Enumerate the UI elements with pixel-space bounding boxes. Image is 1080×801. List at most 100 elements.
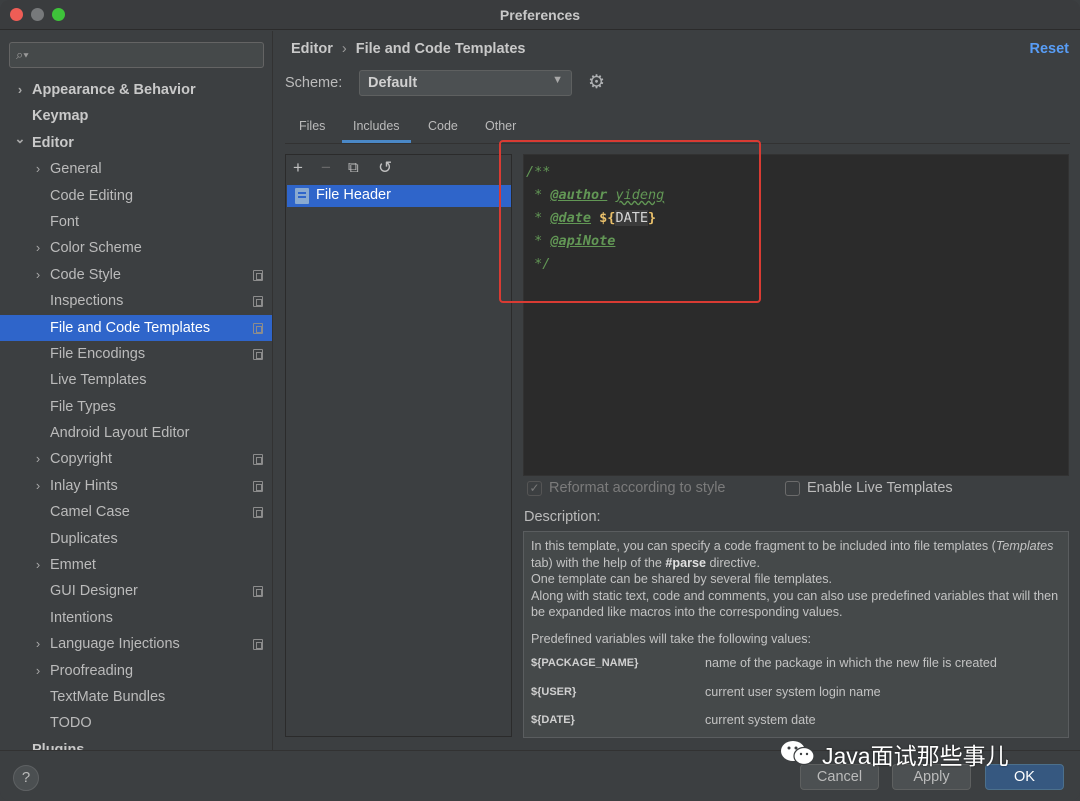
project-scope-icon bbox=[253, 586, 263, 598]
description-label: Description: bbox=[524, 509, 601, 525]
sidebar-item-label: File and Code Templates bbox=[50, 319, 211, 336]
description-paragraph-3: Along with static text, code and comment… bbox=[531, 588, 1059, 620]
sidebar-item-camel-case[interactable]: Camel Case bbox=[0, 499, 272, 525]
gear-icon[interactable]: ⚙ bbox=[588, 71, 605, 94]
chevron-right-icon[interactable]: › bbox=[32, 658, 44, 684]
live-templates-checkbox[interactable] bbox=[785, 481, 800, 496]
variable-row: ${PACKAGE_NAME} name of the package in wh… bbox=[531, 656, 997, 670]
scheme-dropdown[interactable]: Default ▼ bbox=[359, 70, 572, 96]
sidebar-item-label: Inlay Hints bbox=[50, 477, 118, 494]
sidebar-item-android-layout-editor[interactable]: Android Layout Editor bbox=[0, 420, 272, 446]
project-scope-icon bbox=[253, 480, 263, 492]
sidebar-item-label: Code Editing bbox=[50, 187, 134, 204]
tab-files[interactable]: Files bbox=[299, 119, 325, 143]
sidebar-item-copyright[interactable]: › Copyright bbox=[0, 446, 272, 472]
chevron-right-icon[interactable]: › bbox=[14, 77, 26, 103]
breadcrumb-parent[interactable]: Editor bbox=[291, 41, 333, 57]
sidebar-item-file-types[interactable]: File Types bbox=[0, 394, 272, 420]
help-button[interactable]: ? bbox=[13, 765, 39, 791]
sidebar-item-intentions[interactable]: Intentions bbox=[0, 605, 272, 631]
template-item-file-header[interactable]: File Header bbox=[287, 185, 511, 207]
template-file-icon bbox=[295, 188, 309, 204]
variables-table: ${PACKAGE_NAME} name of the package in wh… bbox=[531, 655, 1062, 737]
sidebar-item-proofreading[interactable]: › Proofreading bbox=[0, 658, 272, 684]
reset-link[interactable]: Reset bbox=[1030, 41, 1070, 57]
sidebar-item-live-templates[interactable]: Live Templates bbox=[0, 367, 272, 393]
project-scope-icon bbox=[253, 639, 263, 651]
dropdown-arrow-icon: ▼ bbox=[552, 74, 563, 86]
tab-code[interactable]: Code bbox=[428, 119, 458, 143]
reformat-checkbox[interactable]: ✓ bbox=[527, 481, 542, 496]
variable-row: ${DATE} current system date bbox=[531, 713, 816, 727]
template-list-panel: + − ⧉ ↺ File Header bbox=[285, 154, 512, 737]
sidebar-item-inlay-hints[interactable]: › Inlay Hints bbox=[0, 473, 272, 499]
sidebar-item-duplicates[interactable]: Duplicates bbox=[0, 526, 272, 552]
sidebar-item-label: File Encodings bbox=[50, 345, 146, 362]
chevron-right-icon[interactable]: › bbox=[32, 262, 44, 288]
sidebar-item-textmate-bundles[interactable]: TextMate Bundles bbox=[0, 684, 272, 710]
list-toolbar: + − ⧉ ↺ bbox=[286, 155, 511, 183]
chevron-right-icon[interactable]: › bbox=[32, 552, 44, 578]
template-item-label: File Header bbox=[316, 187, 391, 203]
copy-icon[interactable]: ⧉ bbox=[348, 159, 359, 176]
variable-row: ${USER} current user system login name bbox=[531, 684, 881, 699]
project-scope-icon bbox=[253, 454, 263, 466]
sidebar-item-editor[interactable]: ⌄ Editor bbox=[0, 130, 272, 156]
sidebar-item-plugins[interactable]: Plugins bbox=[0, 737, 272, 750]
sidebar-item-label: Copyright bbox=[50, 451, 113, 468]
sidebar-item-font[interactable]: Font bbox=[0, 209, 272, 235]
sidebar-item-label: Appearance & Behavior bbox=[32, 82, 196, 98]
add-icon[interactable]: + bbox=[293, 158, 303, 178]
project-scope-icon bbox=[253, 296, 263, 308]
revert-icon[interactable]: ↺ bbox=[378, 158, 392, 178]
chevron-right-icon[interactable]: › bbox=[32, 631, 44, 657]
sidebar-item-label: Font bbox=[50, 213, 80, 230]
wechat-icon bbox=[781, 741, 815, 766]
sidebar-item-label: TODO bbox=[50, 715, 92, 732]
chevron-right-icon[interactable]: › bbox=[32, 235, 44, 261]
sidebar-item-keymap[interactable]: Keymap bbox=[0, 103, 272, 129]
sidebar-item-language-injections[interactable]: › Language Injections bbox=[0, 631, 272, 657]
sidebar-item-emmet[interactable]: › Emmet bbox=[0, 552, 272, 578]
sidebar-item-todo[interactable]: TODO bbox=[0, 710, 272, 736]
scheme-label: Scheme: bbox=[285, 75, 343, 91]
chevron-right-icon[interactable]: › bbox=[32, 473, 44, 499]
settings-search-input[interactable]: ⌕▾ bbox=[9, 42, 264, 68]
window-title: Preferences bbox=[499, 7, 581, 23]
sidebar-item-code-editing[interactable]: Code Editing bbox=[0, 183, 272, 209]
chevron-right-icon[interactable]: › bbox=[32, 446, 44, 472]
breadcrumb-current: File and Code Templates bbox=[355, 41, 526, 57]
sidebar-item-label: Keymap bbox=[32, 108, 89, 125]
chevron-down-icon[interactable]: ⌄ bbox=[14, 126, 26, 152]
reformat-label: Reformat according to style bbox=[549, 480, 726, 496]
sidebar-item-gui-designer[interactable]: GUI Designer bbox=[0, 578, 272, 604]
settings-sidebar: ⌕▾ › Appearance & Behavior Keymap ⌄ Editor › G… bbox=[0, 31, 273, 750]
breadcrumb-separator: › bbox=[341, 41, 347, 57]
description-panel: In this template, you can specify a code… bbox=[523, 531, 1069, 738]
settings-tree: › Appearance & Behavior Keymap ⌄ Editor › Gene… bbox=[0, 77, 272, 750]
sidebar-item-label: Color Scheme bbox=[50, 240, 142, 257]
sidebar-item-appearance-behavior[interactable]: › Appearance & Behavior bbox=[0, 77, 272, 103]
tab-includes[interactable]: Includes bbox=[342, 119, 411, 143]
sidebar-item-general[interactable]: › General bbox=[0, 156, 272, 182]
description-paragraph-1: In this template, you can specify a code… bbox=[531, 539, 1054, 570]
description-paragraph-2: One template can be shared by several fi… bbox=[531, 572, 833, 586]
sidebar-item-label: Emmet bbox=[50, 557, 96, 574]
sidebar-item-label: Language Injections bbox=[50, 636, 180, 653]
sidebar-item-label: Inspections bbox=[50, 293, 124, 310]
sidebar-item-code-style[interactable]: › Code Style bbox=[0, 262, 272, 288]
sidebar-item-file-and-code-templates[interactable]: File and Code Templates bbox=[0, 314, 272, 341]
sidebar-item-label: Live Templates bbox=[50, 372, 147, 389]
remove-icon[interactable]: − bbox=[321, 158, 331, 178]
annotation-highlight-box bbox=[499, 140, 761, 303]
sidebar-item-color-scheme[interactable]: › Color Scheme bbox=[0, 235, 272, 261]
project-scope-icon bbox=[253, 348, 263, 360]
sidebar-item-file-encodings[interactable]: File Encodings bbox=[0, 341, 272, 367]
sidebar-item-label: Proofreading bbox=[50, 662, 134, 679]
description-paragraph-4: Predefined variables will take the follo… bbox=[531, 631, 812, 646]
sidebar-item-inspections[interactable]: Inspections bbox=[0, 288, 272, 314]
sidebar-item-label: TextMate Bundles bbox=[50, 688, 166, 705]
project-scope-icon bbox=[253, 507, 263, 519]
sidebar-item-label: General bbox=[50, 161, 102, 178]
chevron-right-icon[interactable]: › bbox=[32, 156, 44, 182]
